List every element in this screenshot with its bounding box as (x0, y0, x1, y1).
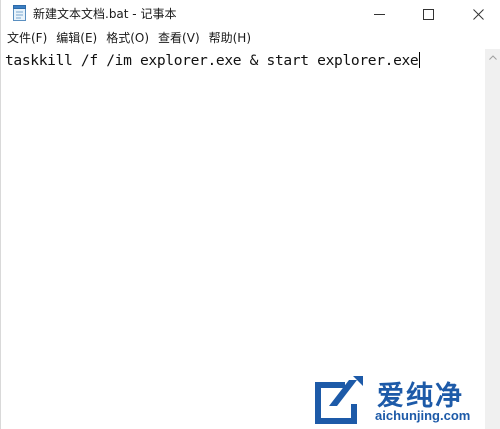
menu-help[interactable]: 帮助(H) (204, 28, 255, 48)
watermark: 爱纯净 aichunjing.com (307, 372, 499, 427)
editor-content[interactable]: taskkill /f /im explorer.exe & start exp… (5, 52, 421, 69)
minimize-icon (373, 13, 385, 15)
maximize-icon (422, 8, 434, 20)
menu-format[interactable]: 格式(O) (101, 28, 153, 48)
minimize-button[interactable] (356, 0, 402, 28)
brand-logo-icon (315, 376, 363, 424)
text-caret (419, 52, 421, 68)
close-icon (472, 8, 484, 20)
notepad-window: 新建文本文档.bat - 记事本 文件(F) 编辑(E) 格式(O) 查看(V)… (0, 0, 500, 429)
title-bar[interactable]: 新建文本文档.bat - 记事本 (1, 0, 500, 28)
editor-text-line: taskkill /f /im explorer.exe & start exp… (5, 52, 419, 69)
watermark-url: aichunjing.com (375, 408, 471, 423)
menu-bar: 文件(F) 编辑(E) 格式(O) 查看(V) 帮助(H) (1, 28, 500, 48)
chevron-up-icon (489, 55, 497, 60)
menu-file[interactable]: 文件(F) (1, 28, 51, 48)
notepad-icon (13, 5, 26, 21)
close-button[interactable] (455, 0, 500, 28)
window-title: 新建文本文档.bat - 记事本 (33, 7, 177, 21)
scroll-up-button[interactable] (485, 49, 500, 66)
menu-view[interactable]: 查看(V) (153, 28, 204, 48)
menu-edit[interactable]: 编辑(E) (51, 28, 101, 48)
maximize-button[interactable] (405, 0, 451, 28)
